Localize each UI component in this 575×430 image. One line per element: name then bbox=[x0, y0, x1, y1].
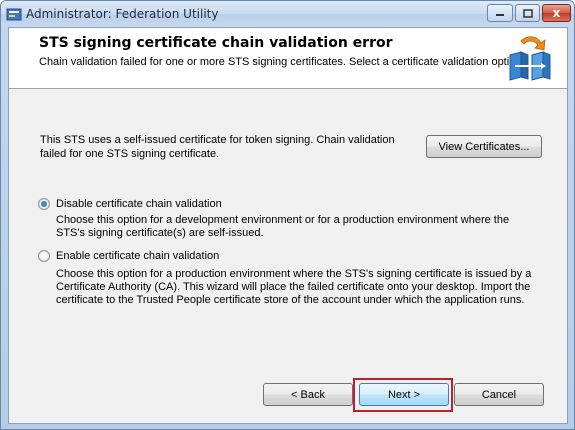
chain-validation-info: This STS uses a self-issued certificate … bbox=[40, 134, 395, 160]
app-icon bbox=[6, 8, 22, 21]
disable-chain-validation-description: Choose this option for a development env… bbox=[56, 214, 510, 239]
close-icon: x bbox=[552, 6, 561, 20]
minimize-icon bbox=[496, 14, 504, 16]
wizard-header: STS signing certificate chain validation… bbox=[9, 28, 567, 89]
title-bar: Administrator: Federation Utility x bbox=[1, 1, 574, 27]
enable-chain-validation-description: Choose this option for a production envi… bbox=[56, 268, 532, 306]
federation-utility-window: Administrator: Federation Utility x STS … bbox=[0, 0, 575, 430]
page-subtitle: Chain validation failed for one or more … bbox=[39, 56, 525, 68]
cancel-button[interactable]: Cancel bbox=[454, 383, 544, 406]
maximize-icon bbox=[522, 8, 533, 18]
view-certificates-button[interactable]: View Certificates... bbox=[426, 135, 542, 158]
back-button[interactable]: < Back bbox=[263, 383, 353, 406]
page-title: STS signing certificate chain validation… bbox=[39, 35, 393, 51]
window-title: Administrator: Federation Utility bbox=[26, 7, 219, 21]
radio-selected-dot bbox=[41, 201, 47, 207]
dialog-client-area: STS signing certificate chain validation… bbox=[8, 27, 568, 424]
close-button[interactable]: x bbox=[542, 4, 571, 22]
federation-wizard-icon bbox=[509, 36, 551, 81]
enable-chain-validation-label[interactable]: Enable certificate chain validation bbox=[56, 250, 219, 262]
minimize-button[interactable] bbox=[487, 4, 513, 22]
disable-chain-validation-radio[interactable] bbox=[38, 198, 50, 210]
next-button[interactable]: Next > bbox=[359, 383, 449, 406]
disable-chain-validation-label[interactable]: Disable certificate chain validation bbox=[56, 198, 222, 210]
enable-chain-validation-radio[interactable] bbox=[38, 250, 50, 262]
maximize-button[interactable] bbox=[515, 4, 540, 22]
